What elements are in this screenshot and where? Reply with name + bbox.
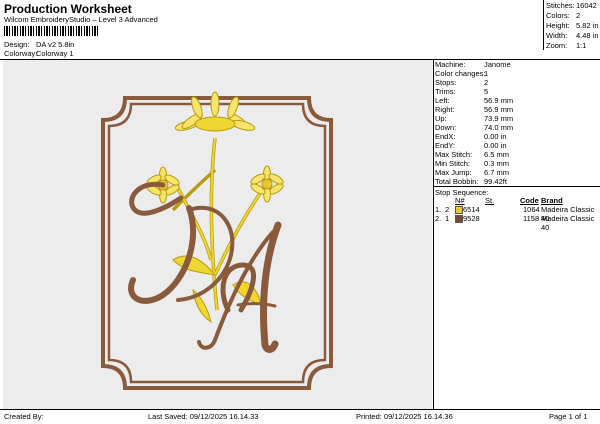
design-label: Design: [4,40,30,49]
property-label: Total Bobbin: [435,177,479,186]
property-value: 56.9 mm [484,96,514,105]
summary-label: Height: [546,21,570,30]
summary-value: 4.48 in [576,31,599,40]
summary-value: 5.82 in [576,21,599,30]
created-by: Created By: [4,412,44,421]
sequence-index: 1. [435,205,442,214]
property-value: 6.5 mm [484,150,510,159]
summary-label: Zoom: [546,41,568,50]
sequence-row: 1. 2 6514 1064 Madeira Classic 40 [435,205,600,223]
barcode [4,26,98,36]
sequence-index: 2. [435,214,442,223]
sequence-row: 2. 1 9528 1158 Madeira Classic 40 [435,214,600,232]
design-preview [3,60,432,409]
right-daisy [250,165,284,203]
property-value: 2 [484,78,489,87]
property-row: Min Stitch: 0.3 mm [435,159,600,168]
stop-sequence-table: N# St. Code Brand 1. 2 6514 1064 Madeira Cla… [435,196,600,232]
properties-divider [433,59,434,409]
thread-brand: Madeira Classic 40 [541,214,595,232]
page-number: Page 1 of 1 [549,412,588,421]
design-row: Design: DA v2 5.8in [4,40,74,49]
header-brand: Brand [541,196,563,205]
property-row: Trims: 5 [435,87,600,96]
property-row: Max Jump: 6.7 mm [435,168,600,177]
property-label: Max Jump: [435,168,472,177]
last-saved: Last Saved: 09/12/2025 16.14.33 [148,412,259,421]
property-label: Min Stitch: [435,159,471,168]
property-value: 99.42ft [484,177,507,186]
property-label: Right: [435,105,455,114]
summary-row: Width: 4.48 in [543,31,600,41]
sequence-rule [433,186,600,187]
summary-label: Width: [546,31,568,40]
property-label: Left: [435,96,450,105]
summary-row: Colors: 2 [543,11,600,21]
thread-code: 1064 [523,205,540,214]
property-row: EndX: 0.00 in [435,132,600,141]
header-code: Code [520,196,539,205]
property-label: Max Stitch: [435,150,473,159]
summary-label: Stitches: [546,1,575,10]
colorway-label: Colorway: [4,49,38,58]
property-row: Color changes: 1 [435,69,600,78]
property-label: Up: [435,114,447,123]
property-row: Stops: 2 [435,78,600,87]
thread-swatch [455,206,463,214]
property-label: Stops: [435,78,457,87]
property-value: 1 [484,69,489,78]
property-value: 0.00 in [484,132,507,141]
property-row: Right: 56.9 mm [435,105,600,114]
property-row: Max Stitch: 6.5 mm [435,150,600,159]
header-st: St. [485,196,495,205]
property-row: Total Bobbin: 99.42ft [435,177,600,186]
summary-row: Stitches: 16042 [543,1,600,11]
sequence-needle: 1 [445,214,450,223]
property-row: Machine: Janome [435,60,600,69]
summary-label: Colors: [546,11,570,20]
summary-value: 1:1 [576,41,587,50]
property-label: Trims: [435,87,456,96]
summary-value: 2 [576,11,581,20]
property-label: EndX: [435,132,456,141]
property-label: Down: [435,123,457,132]
thread-swatch [455,215,463,223]
sequence-stitches: 6514 [463,205,480,214]
summary-box: Stitches: 16042 Colors: 2 Height: 5.82 in Widt… [543,1,600,51]
worksheet-title: Production Worksheet [4,2,132,16]
printed-date: Printed: 09/12/2025 16.14.36 [356,412,453,421]
software-subtitle: Wilcom EmbroideryStudio – Level 3 Advanc… [4,15,158,24]
property-value: 74.0 mm [484,123,514,132]
property-value: Janome [484,60,511,69]
property-label: Color changes: [435,69,486,78]
property-value: 56.9 mm [484,105,514,114]
design-value: DA v2 5.8in [36,40,75,49]
property-value: 0.00 in [484,141,507,150]
embroidery-design [101,91,333,390]
property-value: 73.9 mm [484,114,514,123]
property-row: Down: 74.0 mm [435,123,600,132]
property-value: 6.7 mm [484,168,510,177]
summary-row: Zoom: 1:1 [543,41,600,51]
property-row: Left: 56.9 mm [435,96,600,105]
sequence-header-row: N# St. Code Brand [435,196,600,205]
property-label: Machine: [435,60,466,69]
summary-value: 16042 [576,1,597,10]
property-row: Up: 73.9 mm [435,114,600,123]
property-value: 0.3 mm [484,159,510,168]
summary-row: Height: 5.82 in [543,21,600,31]
property-value: 5 [484,87,489,96]
footer-rule [0,409,600,410]
sequence-needle: 2 [445,205,450,214]
property-row: EndY: 0.00 in [435,141,600,150]
sequence-stitches: 9528 [463,214,480,223]
property-label: EndY: [435,141,456,150]
thread-code: 1158 [523,214,540,223]
outer-frame [101,96,333,390]
colorway-row: Colorway:Colorway 1 [4,49,74,58]
header-n: N# [455,196,465,205]
colorway-value: Colorway 1 [36,49,74,58]
machine-properties: Machine: Janome Color changes: 1 Stops: 2 Trim… [435,60,600,186]
